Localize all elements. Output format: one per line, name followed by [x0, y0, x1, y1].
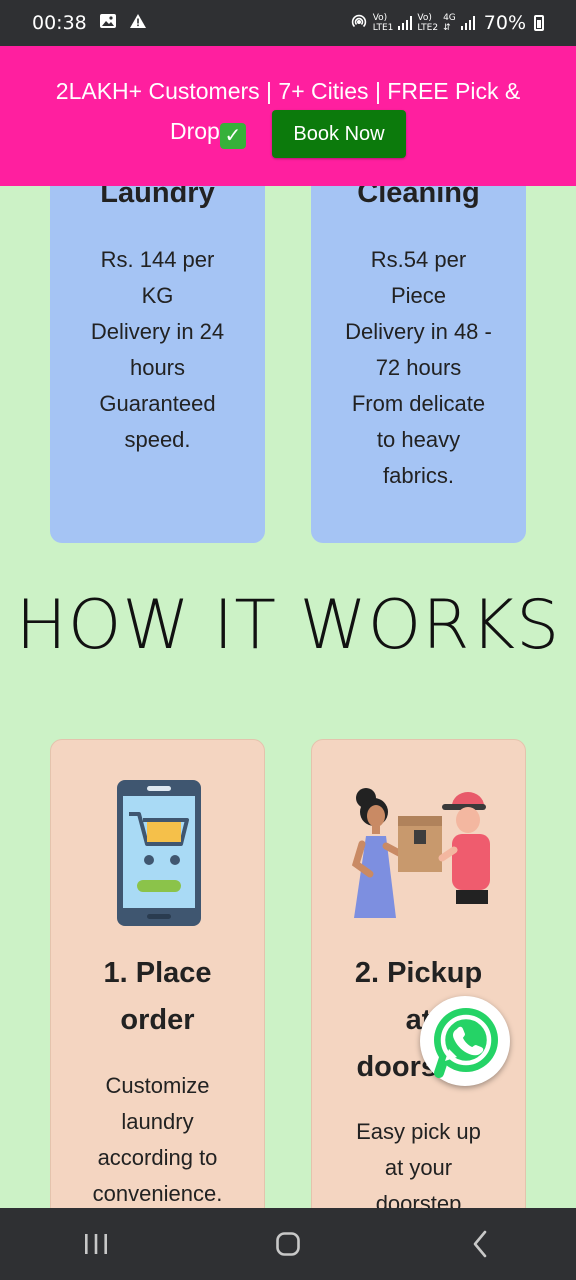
- service-details: Rs.54 per Piece Delivery in 48 - 72 hour…: [311, 242, 526, 494]
- service-line: Rs. 144 per: [100, 247, 215, 272]
- hotspot-icon: [350, 13, 368, 34]
- promo-text-line1: 2LAKH+ Customers | 7+ Cities | FREE Pick…: [55, 78, 521, 104]
- back-icon: [473, 1230, 487, 1258]
- service-line: Guaranteed: [99, 391, 216, 416]
- step-title-line: 2. Pickup: [354, 957, 483, 989]
- service-line: Rs.54 per: [370, 247, 467, 272]
- recents-icon: [85, 1234, 107, 1254]
- book-now-button[interactable]: Book Now: [272, 110, 406, 158]
- sim2-network: Vo) LTE2: [417, 13, 438, 33]
- step-body-line: laundry: [121, 1109, 194, 1134]
- back-button[interactable]: [440, 1214, 520, 1274]
- service-details: Rs. 144 per KG Delivery in 24 hours Guar…: [50, 242, 265, 458]
- sim1-network: Vo) LTE1: [373, 13, 394, 33]
- step-title-line: order: [120, 1004, 195, 1036]
- home-button[interactable]: [248, 1214, 328, 1274]
- service-line: speed.: [124, 427, 191, 452]
- service-line: From delicate: [351, 391, 486, 416]
- phone-cart-icon: [117, 780, 201, 931]
- warning-icon: [129, 13, 147, 34]
- signal-bars-icon: [398, 16, 413, 30]
- step-body-line: at your: [384, 1155, 453, 1180]
- sim1-label-top: Vo): [372, 13, 388, 23]
- service-card-cleaning: Cleaning Rs.54 per Piece Delivery in 48 …: [311, 150, 526, 543]
- battery-percent: 70%: [483, 12, 526, 34]
- service-card-laundry: Laundry Rs. 144 per KG Delivery in 24 ho…: [50, 150, 265, 543]
- sim1-label-bottom: LTE1: [372, 23, 394, 33]
- data-arrows-icon: ⇵: [443, 23, 451, 33]
- recents-button[interactable]: [56, 1214, 136, 1274]
- step-body-line: according to: [97, 1145, 218, 1170]
- battery-icon: [534, 15, 544, 31]
- promo-drop-text: Drop: [170, 118, 220, 144]
- sim2-label-top: Vo): [417, 13, 432, 23]
- gallery-notification-icon: [99, 13, 117, 34]
- service-line: Piece: [390, 283, 447, 308]
- step-description: Customize laundry according to convenien…: [51, 1068, 264, 1212]
- whatsapp-chat-button[interactable]: [420, 996, 510, 1086]
- service-line: fabrics.: [383, 463, 454, 488]
- delivery-handover-icon: [342, 784, 498, 925]
- service-line: hours: [129, 355, 186, 380]
- status-bar: 00:38 Vo) LTE1 Vo) LTE2 4G ⇵ 70%: [0, 0, 576, 46]
- data-network: 4G ⇵: [443, 13, 456, 33]
- promo-text-line2: Drop ✓: [170, 118, 246, 149]
- service-line: Delivery in 24: [90, 319, 225, 344]
- service-line: to heavy: [376, 427, 461, 452]
- data-label: 4G: [443, 13, 456, 23]
- step-body-line: Customize: [105, 1073, 210, 1098]
- signal-bars-icon-2: [460, 16, 475, 30]
- step-description: Easy pick up at your doorstep: [312, 1114, 525, 1218]
- step-card-place-order: 1. Place order Customize laundry accordi…: [50, 739, 265, 1219]
- whatsapp-icon: [434, 1008, 498, 1078]
- status-time: 00:38: [32, 12, 87, 34]
- service-line: KG: [141, 283, 174, 308]
- system-nav-bar: [0, 1208, 576, 1280]
- how-it-works-heading: HOW IT WORKS: [15, 586, 561, 665]
- step-card-pickup: 2. Pickup at doorstep Easy pick up at yo…: [311, 739, 526, 1219]
- service-line: 72 hours: [375, 355, 462, 380]
- service-line: Delivery in 48 -: [345, 319, 492, 344]
- check-mark-icon: ✓: [219, 123, 246, 149]
- home-icon: [276, 1232, 300, 1256]
- step-title: 1. Place order: [51, 950, 264, 1044]
- sim2-label-bottom: LTE2: [417, 23, 439, 33]
- step-title-line: 1. Place: [103, 957, 212, 989]
- step-body-line: convenience.: [92, 1181, 223, 1206]
- promo-banner: 2LAKH+ Customers | 7+ Cities | FREE Pick…: [0, 46, 576, 186]
- step-body-line: Easy pick up: [356, 1119, 481, 1144]
